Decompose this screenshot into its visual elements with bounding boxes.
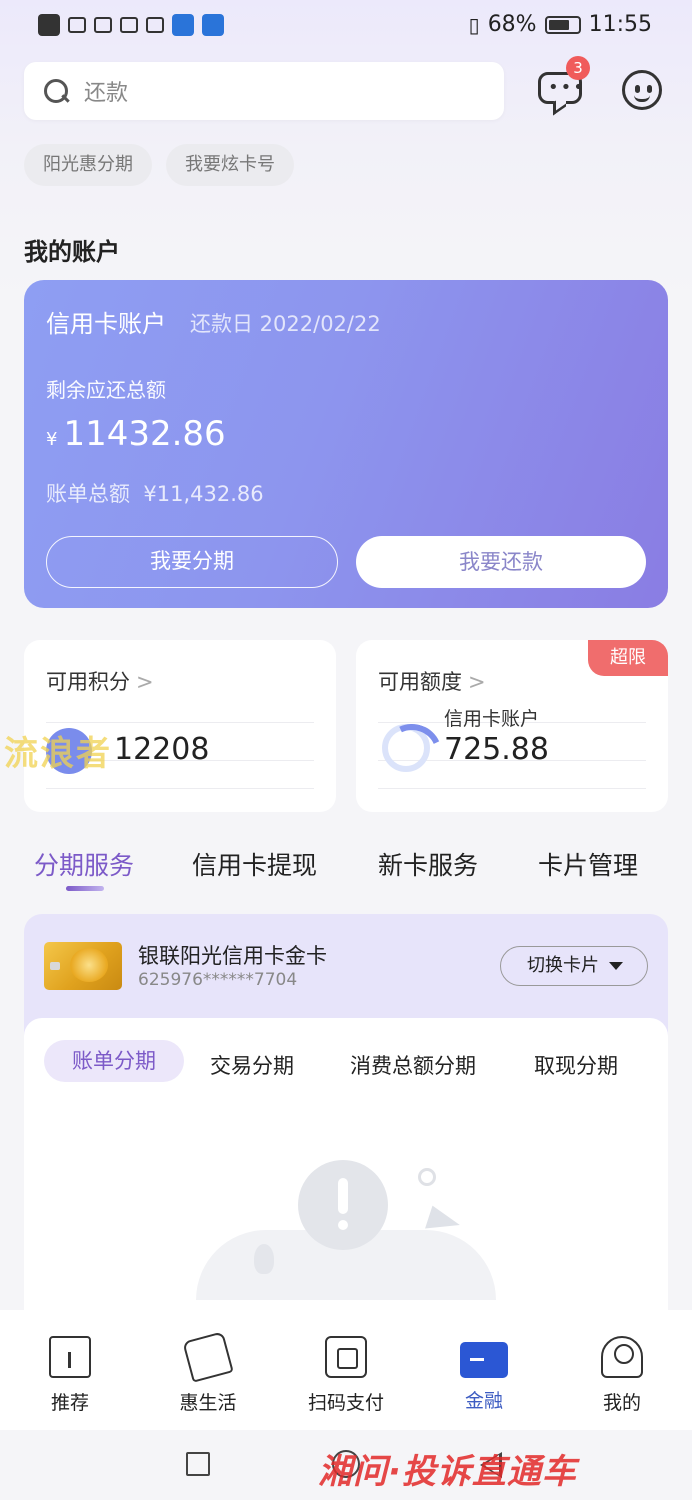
- tab-card-cash[interactable]: 信用卡提现: [192, 846, 317, 882]
- switch-card-button[interactable]: 切换卡片: [500, 946, 648, 986]
- nav-label: 我的: [602, 1392, 641, 1414]
- bill-label: 账单总额: [46, 482, 130, 506]
- limit-sub-label: 信用卡账户: [444, 708, 540, 730]
- tag-icon: [182, 1331, 234, 1383]
- tab-installment-service[interactable]: 分期服务: [34, 846, 134, 882]
- qq-icon: [202, 14, 224, 36]
- search-placeholder: 还款: [84, 81, 129, 106]
- card-icon: [460, 1342, 508, 1378]
- bill-amount: ¥11,432.86: [143, 482, 264, 506]
- nav-label: 扫码支付: [307, 1392, 384, 1414]
- due-date: 还款日 2022/02/22: [190, 312, 381, 336]
- assistant-button[interactable]: [622, 70, 662, 110]
- watermark-bottom: 湘问·投诉直通车: [318, 1452, 577, 1492]
- decor-ring: [418, 1168, 436, 1186]
- divider: [378, 788, 646, 789]
- nav-finance[interactable]: 金融: [434, 1336, 534, 1413]
- section-title: 我的账户: [24, 238, 120, 266]
- bill-total: 账单总额 ¥11,432.86: [46, 478, 264, 508]
- tab-new-card-service[interactable]: 新卡服务: [378, 846, 478, 882]
- currency-symbol: ¥: [46, 429, 58, 450]
- home-icon: [49, 1336, 91, 1378]
- nav-life[interactable]: 惠生活: [158, 1331, 258, 1415]
- points-label: 可用积分 >: [46, 670, 154, 694]
- wifi-icon: [94, 17, 112, 33]
- clock: 11:55: [588, 12, 652, 37]
- vibrate-icon: ▯: [468, 12, 480, 37]
- chevron-right-icon: >: [136, 670, 154, 694]
- bottom-nav: 推荐 惠生活 扫码支付 金融 我的: [0, 1310, 692, 1430]
- caret-down-icon: [609, 962, 623, 970]
- remaining-amount: ¥11432.86: [46, 414, 226, 454]
- subtab-bill-installment[interactable]: 账单分期: [44, 1040, 184, 1082]
- points-value: 12208: [114, 732, 210, 767]
- subtab-total-spend-installment[interactable]: 消费总额分期: [350, 1050, 476, 1080]
- over-limit-badge: 超限: [588, 640, 668, 676]
- limit-card[interactable]: 可用额度 > 信用卡账户 725.88 超限: [356, 640, 668, 812]
- tab-indicator: [66, 886, 104, 891]
- status-icons: [38, 14, 224, 36]
- profile-icon: [601, 1336, 643, 1378]
- installment-button[interactable]: 我要分期: [46, 536, 338, 588]
- repay-button[interactable]: 我要还款: [356, 536, 646, 588]
- nav-label: 惠生活: [179, 1392, 237, 1414]
- exclamation-icon: [298, 1160, 388, 1250]
- scan-icon: [325, 1336, 367, 1378]
- subtab-cash-installment[interactable]: 取现分期: [534, 1050, 618, 1080]
- bank-card-image: [44, 942, 122, 990]
- divider: [46, 722, 314, 723]
- search-input[interactable]: 还款: [24, 62, 504, 120]
- watermark-left: 流浪者: [4, 734, 112, 774]
- remaining-label: 剩余应还总额: [46, 378, 166, 402]
- battery-percent: 68%: [487, 12, 537, 37]
- remaining-value: 11432.86: [63, 414, 226, 454]
- message-button[interactable]: ••• 3: [536, 56, 590, 112]
- plant-icon: [254, 1244, 274, 1274]
- wechat-icon: [146, 17, 164, 33]
- hd-icon: [38, 14, 60, 36]
- status-right: ▯ 68% 11:55: [469, 12, 652, 37]
- nav-label: 金融: [464, 1390, 503, 1412]
- account-card[interactable]: 信用卡账户 还款日 2022/02/22 剩余应还总额 ¥11432.86 账单…: [24, 280, 668, 608]
- card-name: 银联阳光信用卡金卡: [138, 944, 327, 968]
- subtab-transaction-installment[interactable]: 交易分期: [210, 1050, 294, 1080]
- nav-label: 推荐: [50, 1392, 89, 1414]
- card-number: 625976******7704: [138, 970, 298, 990]
- nav-recommend[interactable]: 推荐: [20, 1336, 120, 1415]
- battery-icon: [544, 15, 581, 34]
- nav-mine[interactable]: 我的: [572, 1336, 672, 1415]
- limit-value: 725.88: [444, 732, 549, 767]
- account-title: 信用卡账户: [46, 310, 166, 338]
- search-icon: [42, 77, 70, 105]
- tab-card-management[interactable]: 卡片管理: [538, 846, 638, 882]
- chevron-right-icon: >: [468, 670, 486, 694]
- chip-show-card-number[interactable]: 我要炫卡号: [166, 144, 294, 186]
- status-bar: ▯ 68% 11:55: [0, 0, 692, 54]
- limit-label: 可用额度 >: [378, 670, 486, 694]
- app-icon: [172, 14, 194, 36]
- recents-button[interactable]: [186, 1452, 210, 1476]
- divider: [46, 788, 314, 789]
- limit-ring-icon: [382, 724, 430, 772]
- chip-sunshine-installment[interactable]: 阳光惠分期: [24, 144, 152, 186]
- signal-4g-icon: [68, 17, 86, 33]
- nav-scan-pay[interactable]: 扫码支付: [296, 1336, 396, 1415]
- assistant-icon: [635, 85, 640, 93]
- message-badge: 3: [566, 56, 590, 80]
- missed-call-icon: [120, 17, 138, 33]
